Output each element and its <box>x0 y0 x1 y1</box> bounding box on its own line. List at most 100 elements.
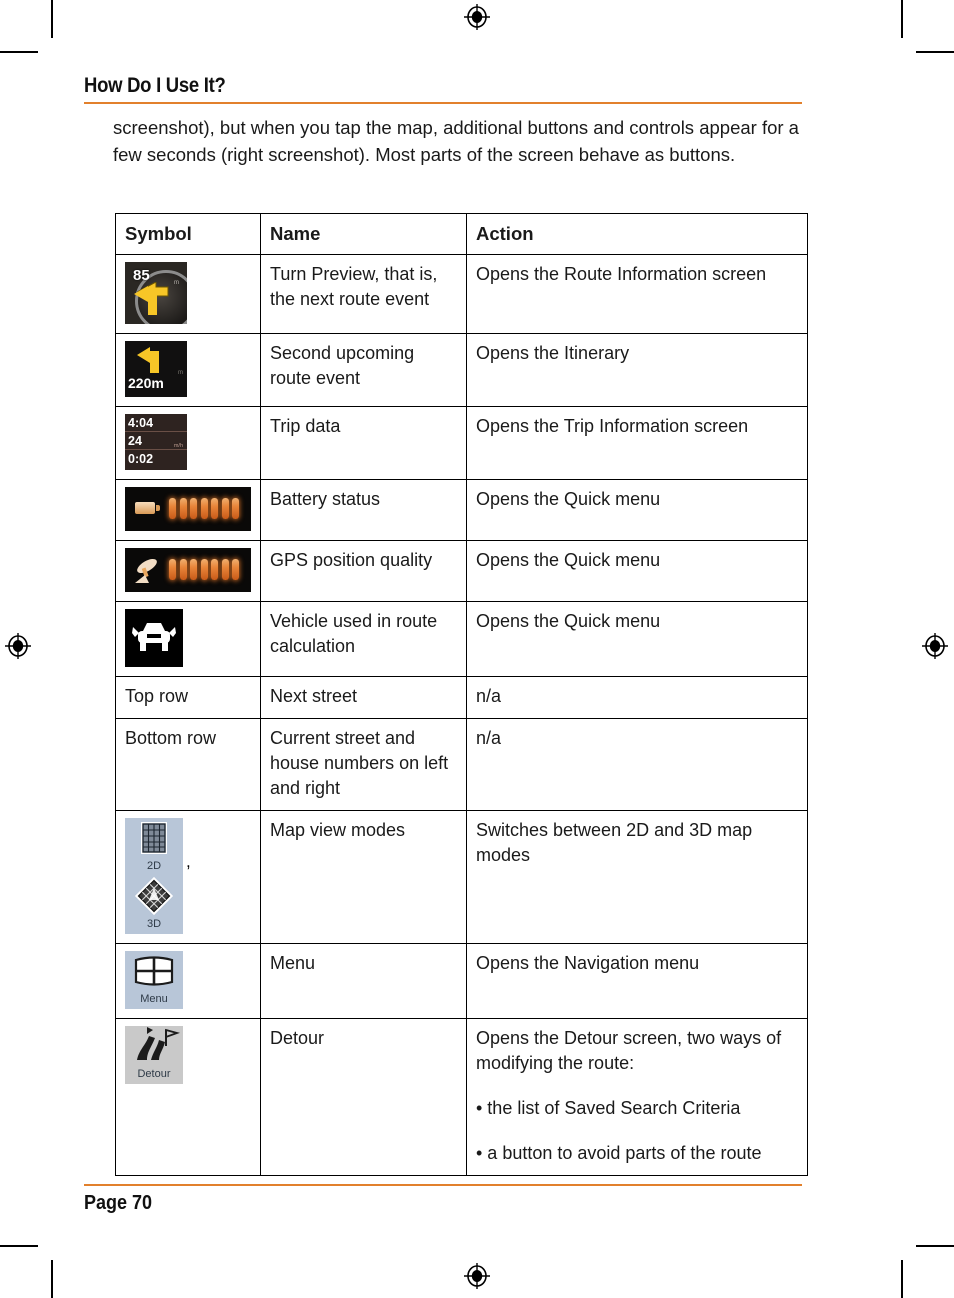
name-cell: Next street <box>260 676 467 719</box>
name-cell: Vehicle used in route calculation <box>260 601 467 677</box>
table-row: Top row Next street n/a <box>115 676 808 719</box>
trip-distance: 24 m/h <box>125 432 187 450</box>
column-header-name: Name <box>260 213 467 255</box>
satellite-dish-icon <box>135 559 157 583</box>
action-text: Opens the Navigation menu <box>476 953 700 973</box>
second-route-event-distance: 220m <box>128 375 164 391</box>
symbol-cell: 2D , 3D <box>115 810 261 944</box>
symbol-separator: , <box>186 852 191 871</box>
table-row: Menu Menu Opens the Navigation menu <box>115 943 808 1019</box>
crop-mark-top-right <box>901 0 903 38</box>
action-text: Opens the Detour screen, two ways of mod… <box>476 1028 782 1073</box>
symbol-cell: Menu <box>115 943 261 1019</box>
table-row: m 220m Second upcoming route event Opens… <box>115 333 808 407</box>
action-bullet: • a button to avoid parts of the route <box>476 1143 762 1163</box>
trip-data-icon: 4:04 24 m/h 0:02 <box>125 414 187 470</box>
name-cell: Turn Preview, that is, the next route ev… <box>260 254 467 334</box>
action-text: Opens the Quick menu <box>476 489 661 509</box>
symbol-cell: m 220m <box>115 333 261 407</box>
action-cell: Opens the Trip Information screen <box>466 406 808 480</box>
page-number: Page 70 <box>84 1192 153 1214</box>
action-cell: n/a <box>466 718 808 811</box>
table-row: GPS position quality Opens the Quick men… <box>115 540 808 602</box>
trip-distance-value: 24 <box>128 434 142 448</box>
action-cell: Opens the Itinerary <box>466 333 808 407</box>
action-text: Opens the Quick menu <box>476 611 661 631</box>
action-cell: Opens the Quick menu <box>466 479 808 541</box>
registration-mark-left-icon <box>5 633 31 659</box>
name-cell: Current street and house numbers on left… <box>260 718 467 811</box>
menu-button[interactable]: Menu <box>125 951 183 1009</box>
symbol-cell: Bottom row <box>115 718 261 811</box>
crop-mark-top-left <box>51 0 53 38</box>
crop-mark-right-bottom <box>916 1245 954 1247</box>
intro-paragraph: screenshot), but when you tap the map, a… <box>113 117 799 165</box>
action-text: Switches between 2D and 3D map modes <box>476 820 753 865</box>
map-view-2d-button[interactable]: 2D <box>125 818 183 876</box>
action-cell: Opens the Navigation menu <box>466 943 808 1019</box>
registration-mark-bottom-icon <box>464 1263 490 1289</box>
detour-button-label: Detour <box>137 1068 171 1080</box>
table-row: Bottom row Current street and house numb… <box>115 718 808 811</box>
name-cell: Second upcoming route event <box>260 333 467 407</box>
column-header-symbol: Symbol <box>115 213 261 255</box>
menu-grid-icon <box>125 951 183 993</box>
header-rule <box>84 102 802 104</box>
name-cell: Menu <box>260 943 467 1019</box>
detour-button[interactable]: Detour <box>125 1026 183 1084</box>
battery-bar-strip <box>169 498 239 519</box>
menu-button-label: Menu <box>140 993 168 1005</box>
table-header-row: Symbol Name Action <box>115 213 808 255</box>
column-header-action: Action <box>466 213 808 255</box>
action-text: n/a <box>476 686 502 706</box>
crop-mark-right-top <box>916 51 954 53</box>
symbol-table-wrapper: Symbol Name Action 85 m Turn Preview, th… <box>115 213 808 1176</box>
symbol-cell <box>115 540 261 602</box>
document-page: How Do I Use It? screenshot), but when y… <box>0 0 954 1298</box>
symbol-table: Symbol Name Action 85 m Turn Preview, th… <box>115 213 808 1176</box>
map-view-3d-button[interactable]: 3D <box>125 876 183 934</box>
symbol-cell: Top row <box>115 676 261 719</box>
action-text: Opens the Route Information screen <box>476 264 767 284</box>
car-front-icon <box>132 623 176 651</box>
page-title: How Do I Use It? <box>84 74 226 97</box>
table-row: Vehicle used in route calculation Opens … <box>115 601 808 677</box>
name-cell: Map view modes <box>260 810 467 944</box>
registration-mark-right-icon <box>922 633 948 659</box>
detour-road-flag-icon <box>125 1026 183 1068</box>
second-route-event-unit: m <box>178 370 183 376</box>
table-row: Battery status Opens the Quick menu <box>115 479 808 541</box>
action-text: Opens the Quick menu <box>476 550 661 570</box>
table-row: 85 m Turn Preview, that is, the next rou… <box>115 254 808 334</box>
footer-rule <box>84 1184 802 1186</box>
name-cell: Detour <box>260 1018 467 1176</box>
turn-preview-icon: 85 m <box>125 262 187 324</box>
vehicle-icon <box>125 609 183 667</box>
symbol-cell <box>115 601 261 677</box>
symbol-cell: 4:04 24 m/h 0:02 <box>115 406 261 480</box>
crop-mark-left-bottom <box>0 1245 38 1247</box>
name-cell: Trip data <box>260 406 467 480</box>
grid-3d-icon <box>125 876 183 918</box>
turn-preview-unit: m <box>174 280 179 286</box>
trip-eta: 4:04 <box>125 414 187 432</box>
turn-left-arrow-icon <box>134 282 169 315</box>
action-cell: Opens the Quick menu <box>466 601 808 677</box>
turn-left-arrow-icon <box>137 347 159 373</box>
table-row: 4:04 24 m/h 0:02 Trip data Opens the Tri… <box>115 406 808 480</box>
symbol-cell: 85 m <box>115 254 261 334</box>
crop-mark-bottom-left <box>51 1260 53 1298</box>
crop-mark-left-top <box>0 51 38 53</box>
action-cell: Switches between 2D and 3D map modes <box>466 810 808 944</box>
map-view-2d-label: 2D <box>146 860 162 872</box>
map-view-3d-label: 3D <box>146 918 162 930</box>
battery-glyph-icon <box>135 502 160 514</box>
action-cell: Opens the Detour screen, two ways of mod… <box>466 1018 808 1176</box>
symbol-cell: Detour <box>115 1018 261 1176</box>
action-cell: Opens the Quick menu <box>466 540 808 602</box>
table-row: 2D , 3D Map view modes Switches between … <box>115 810 808 944</box>
action-text: Opens the Itinerary <box>476 343 630 363</box>
battery-status-icon <box>125 487 251 531</box>
gps-position-quality-icon <box>125 548 251 592</box>
gps-bar-strip <box>169 559 239 580</box>
